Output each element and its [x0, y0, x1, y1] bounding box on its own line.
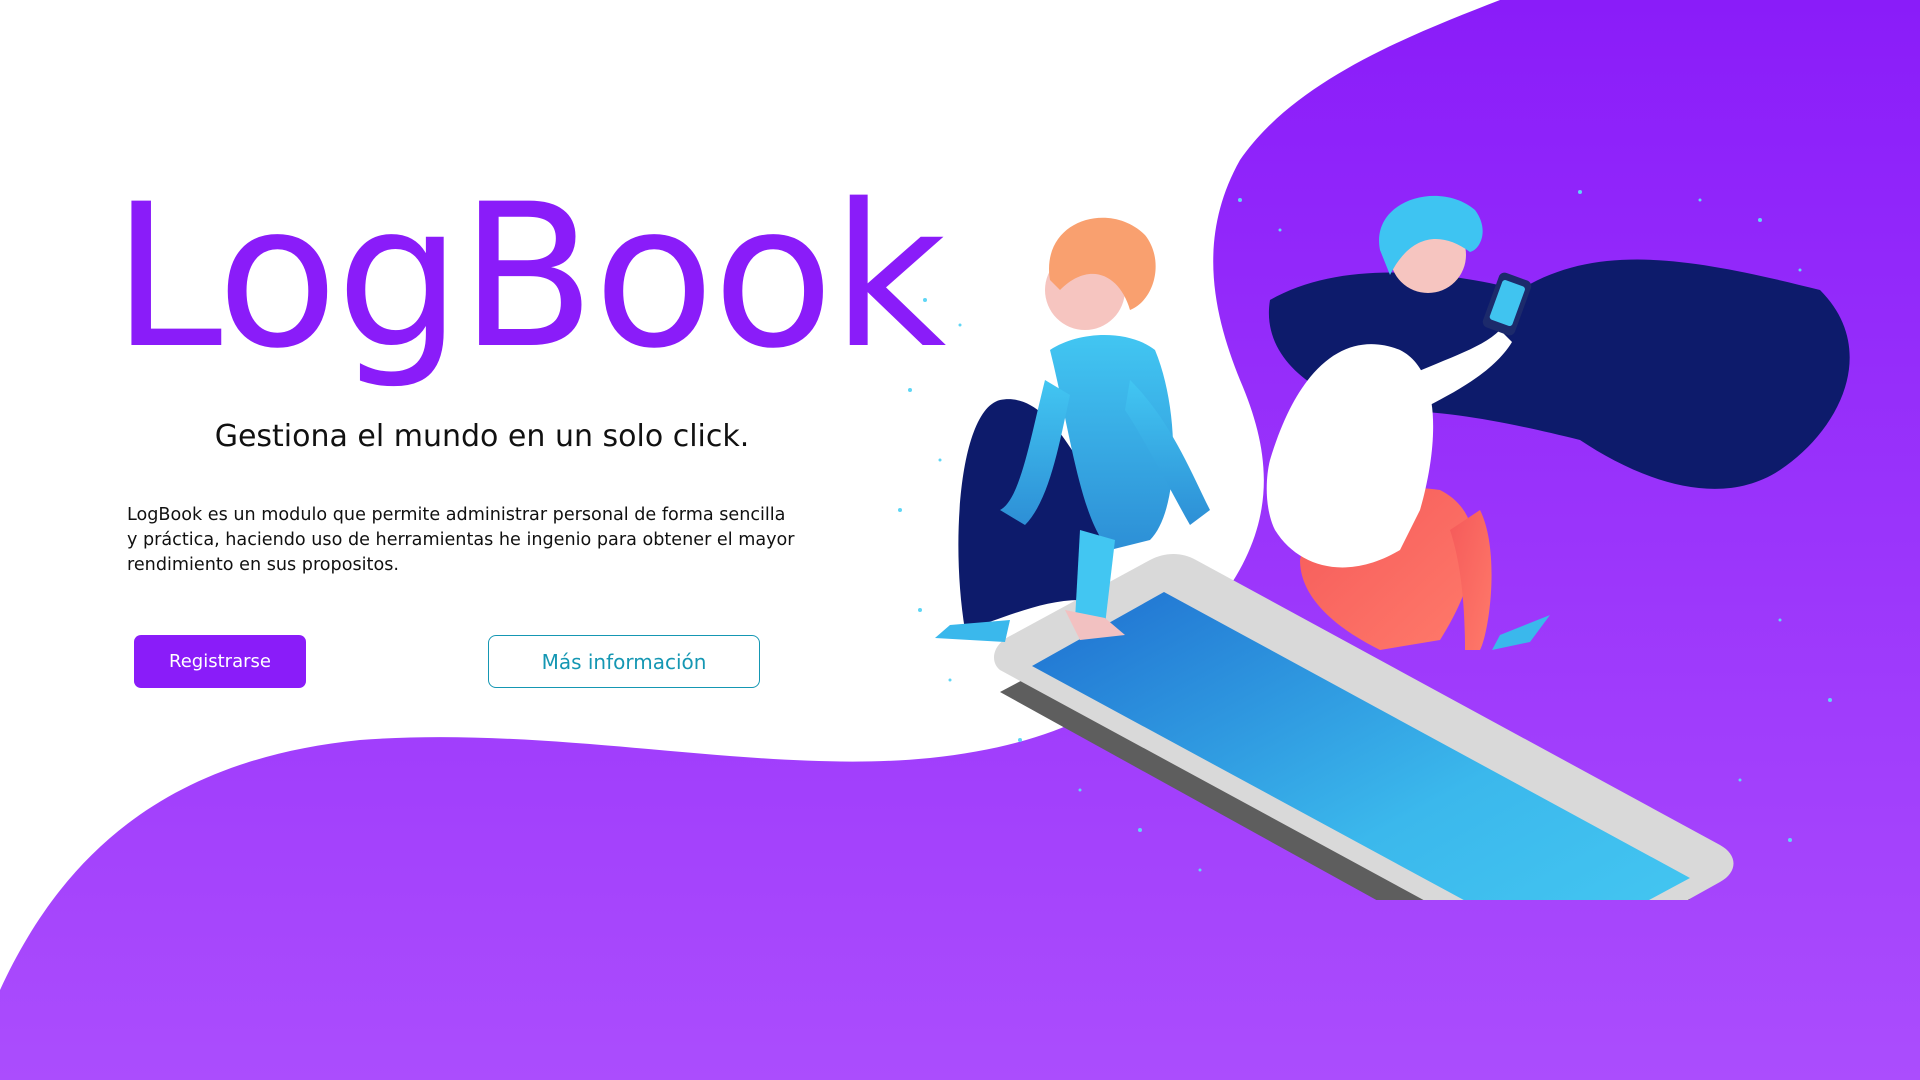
people-on-phone-illustration	[898, 190, 1850, 900]
description-line: LogBook es un modulo que permite adminis…	[127, 505, 786, 525]
landing-page: LogBook Gestiona el mundo en un solo cli…	[0, 0, 1920, 1080]
tagline: Gestiona el mundo en un solo click.	[214, 419, 750, 454]
brand-title: LogBook	[112, 161, 946, 392]
register-button[interactable]: Registrarse	[134, 635, 306, 688]
description: LogBook es un modulo que permite adminis…	[127, 503, 807, 578]
more-info-button[interactable]: Más información	[488, 635, 760, 688]
description-line: rendimiento en sus propositos.	[127, 555, 399, 575]
description-line: y práctica, haciendo uso de herramientas…	[127, 530, 795, 550]
